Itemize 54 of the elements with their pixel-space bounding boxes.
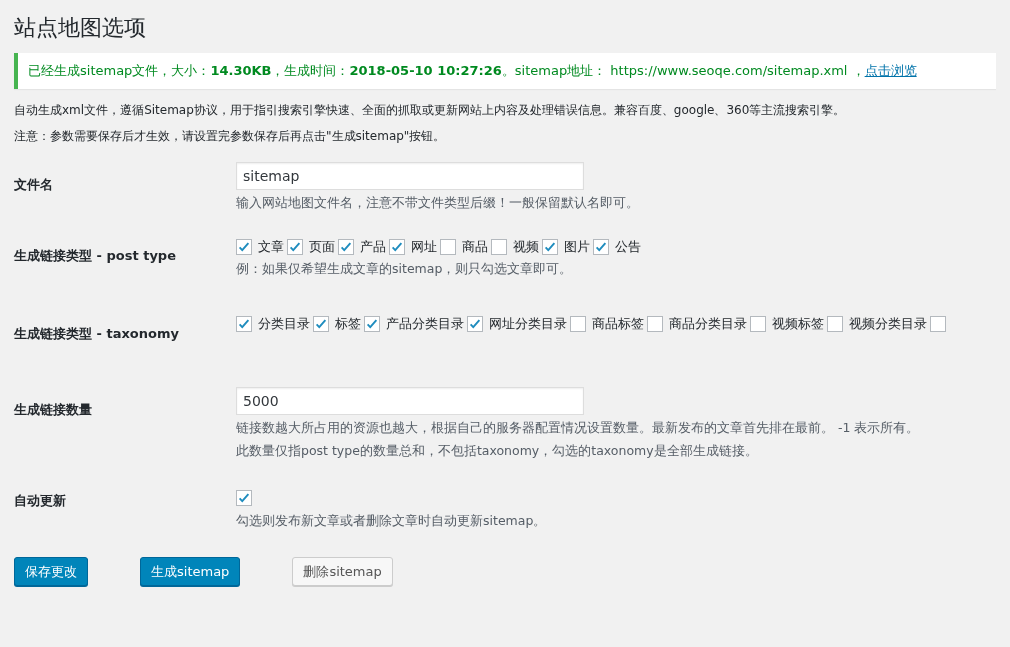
- checkbox-label[interactable]: 商品分类目录: [669, 315, 747, 333]
- checkbox-label[interactable]: 商品: [462, 237, 488, 256]
- checkbox[interactable]: [389, 238, 405, 255]
- action-button[interactable]: 保存更改: [14, 557, 88, 587]
- checkbox[interactable]: [313, 316, 329, 333]
- checkbox[interactable]: [542, 238, 558, 255]
- help-text: 例：如果仅希望生成文章的sitemap，则只勾选文章即可。: [236, 259, 574, 278]
- browse-link[interactable]: 点击浏览: [864, 63, 917, 78]
- checkbox-label[interactable]: 产品分类目录: [386, 315, 464, 333]
- help-text: 链接数越大所占用的资源也越大，根据自己的服务器配置情况设置数量。最新发布的文章首先排在最前。 -1 表示所有。: [236, 418, 920, 437]
- help-text: 输入网站地图文件名，注意不带文件类型后缀！一般保留默认名即可。: [236, 194, 639, 213]
- input-field[interactable]: 5000: [236, 386, 584, 415]
- checkbox[interactable]: [364, 316, 380, 333]
- checkbox[interactable]: [491, 238, 507, 255]
- checkbox[interactable]: [593, 238, 609, 255]
- checkbox[interactable]: [338, 238, 354, 255]
- checkbox-label[interactable]: 产品: [360, 237, 386, 256]
- checkbox-label[interactable]: 视频: [513, 237, 539, 256]
- field-label: 自动更新: [14, 492, 67, 511]
- checkbox[interactable]: [570, 316, 586, 333]
- help-text: 此数量仅指post type的数量总和，不包括taxonomy，勾选的taxonomy是全部生成链接。: [236, 441, 759, 460]
- checkbox-label[interactable]: 标签: [335, 315, 361, 333]
- checkbox-label[interactable]: 分类目录: [258, 315, 310, 333]
- field-label: 文件名: [14, 176, 54, 195]
- input-field[interactable]: sitemap: [236, 162, 584, 191]
- checkbox[interactable]: [236, 238, 252, 255]
- checkbox-label[interactable]: 页面: [309, 237, 335, 256]
- checkbox[interactable]: [750, 316, 766, 333]
- checkbox[interactable]: [930, 316, 946, 333]
- checkbox-label[interactable]: 商品标签: [592, 315, 644, 333]
- checkbox-label[interactable]: 视频标签: [772, 315, 824, 333]
- checkbox-label[interactable]: 视频分类目录: [849, 315, 927, 333]
- checkbox-label[interactable]: 公告: [615, 237, 641, 256]
- field-label: 生成链接数量: [14, 400, 93, 419]
- checkbox-label[interactable]: 图片: [564, 237, 590, 256]
- field-label: 生成链接类型 - post type: [14, 246, 177, 265]
- checkbox[interactable]: [236, 490, 252, 507]
- checkbox-label[interactable]: 网址: [411, 237, 437, 256]
- checkbox-label[interactable]: 网址分类目录: [489, 315, 567, 333]
- notice-text: 已经生成sitemap文件，大小：14.30KB，生成时间：2018-05-10 10:27:26。sitemap地址： https://www.seoqe.com/sitemap.xml ，: [28, 63, 865, 78]
- action-button[interactable]: 删除sitemap: [292, 557, 393, 587]
- description-text: 自动生成xml文件，遵循Sitemap协议，用于指引搜索引擎快速、全面的抓取或更新网站上内容及处理错误信息。兼容百度、google、360等主流搜索引擎。: [14, 103, 847, 119]
- field-label: 生成链接类型 - taxonomy: [14, 324, 180, 343]
- help-text: 勾选则发布新文章或者删除文章时自动更新sitemap。: [236, 512, 547, 531]
- checkbox[interactable]: [647, 316, 663, 333]
- checkbox[interactable]: [827, 316, 843, 333]
- checkbox[interactable]: [467, 316, 483, 333]
- checkbox[interactable]: [287, 238, 303, 255]
- page-title: 站点地图选项: [14, 14, 147, 42]
- checkbox[interactable]: [440, 238, 456, 255]
- checkbox[interactable]: [236, 316, 252, 333]
- checkbox-label[interactable]: 文章: [258, 237, 284, 256]
- description-text: 注意：参数需要保存后才生效，请设置完参数保存后再点击"生成sitemap"按钮。: [14, 128, 447, 145]
- action-button[interactable]: 生成sitemap: [140, 557, 241, 587]
